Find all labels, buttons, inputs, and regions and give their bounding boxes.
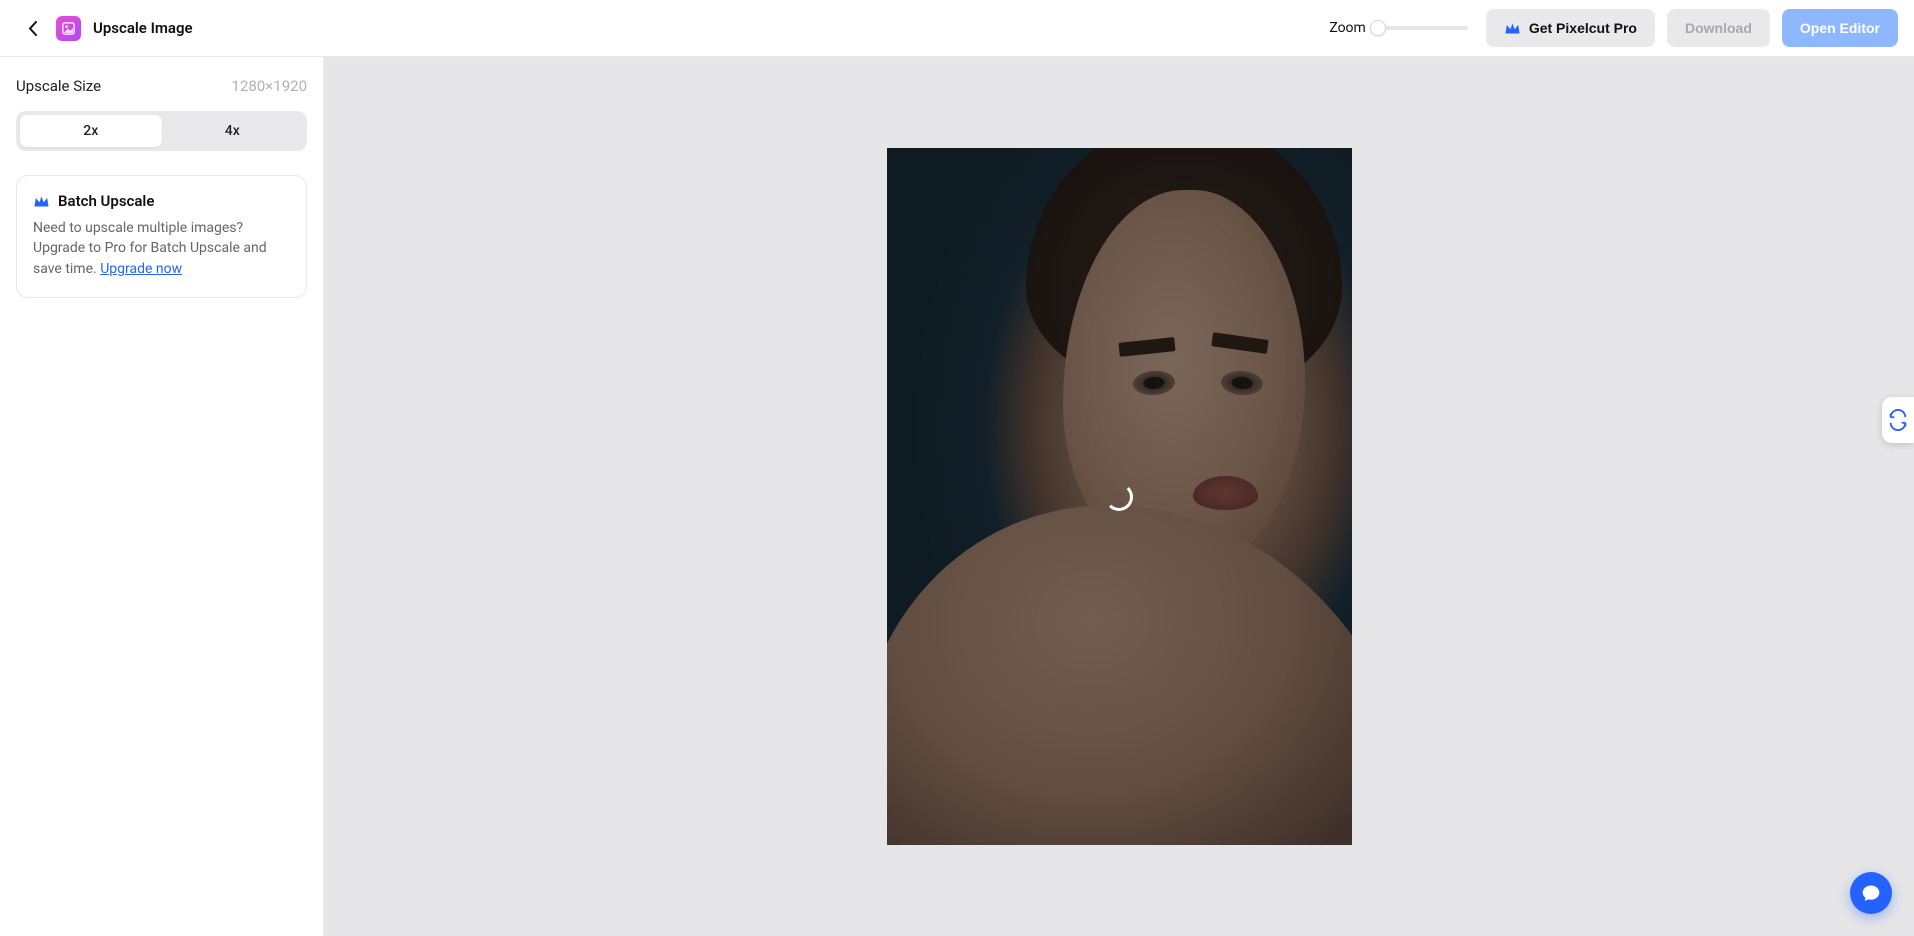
app-logo-icon xyxy=(56,16,81,41)
upscale-factor-segmented: 2x 4x xyxy=(16,111,307,151)
upscale-size-label: Upscale Size xyxy=(16,77,101,95)
open-editor-button[interactable]: Open Editor xyxy=(1782,9,1898,47)
zoom-slider-thumb[interactable] xyxy=(1370,20,1386,36)
header-right: Zoom Get Pixelcut Pro Download Open Edit… xyxy=(1329,9,1898,47)
back-button[interactable] xyxy=(22,18,42,38)
get-pro-label: Get Pixelcut Pro xyxy=(1529,20,1637,36)
upscale-4x-option[interactable]: 4x xyxy=(162,115,304,147)
batch-upscale-text: Need to upscale multiple images? Upgrade… xyxy=(33,218,290,279)
download-button: Download xyxy=(1667,9,1770,47)
compare-icon xyxy=(1887,409,1909,431)
zoom-control: Zoom xyxy=(1329,20,1468,36)
batch-upscale-title-row: Batch Upscale xyxy=(33,192,290,210)
open-editor-label: Open Editor xyxy=(1800,20,1880,36)
upscale-2x-option[interactable]: 2x xyxy=(20,115,162,147)
zoom-slider-track xyxy=(1378,26,1468,30)
canvas-area[interactable] xyxy=(324,57,1914,936)
compare-toggle-button[interactable] xyxy=(1882,397,1914,443)
main: Upscale Size 1280×1920 2x 4x Batch Upsca… xyxy=(0,57,1914,936)
help-chat-button[interactable] xyxy=(1850,872,1892,914)
page-title: Upscale Image xyxy=(93,19,193,37)
crown-icon xyxy=(1504,22,1521,35)
loading-overlay xyxy=(887,148,1352,845)
chevron-left-icon xyxy=(28,21,37,36)
upscale-size-value: 1280×1920 xyxy=(232,77,307,95)
upgrade-now-link[interactable]: Upgrade now xyxy=(100,261,182,277)
loading-spinner-icon xyxy=(1105,483,1133,511)
get-pro-button[interactable]: Get Pixelcut Pro xyxy=(1486,9,1655,47)
crown-icon xyxy=(33,195,50,208)
batch-upscale-card: Batch Upscale Need to upscale multiple i… xyxy=(16,175,307,298)
batch-upscale-title: Batch Upscale xyxy=(58,192,154,210)
upscale-size-row: Upscale Size 1280×1920 xyxy=(16,77,307,95)
chat-icon xyxy=(1861,883,1881,903)
preview-image xyxy=(887,148,1352,845)
zoom-label: Zoom xyxy=(1329,20,1366,36)
header: Upscale Image Zoom Get Pixelcut Pro Down… xyxy=(0,0,1914,57)
sidebar: Upscale Size 1280×1920 2x 4x Batch Upsca… xyxy=(0,57,324,936)
header-left: Upscale Image xyxy=(22,16,193,41)
download-label: Download xyxy=(1685,20,1752,36)
zoom-slider[interactable] xyxy=(1378,26,1468,30)
